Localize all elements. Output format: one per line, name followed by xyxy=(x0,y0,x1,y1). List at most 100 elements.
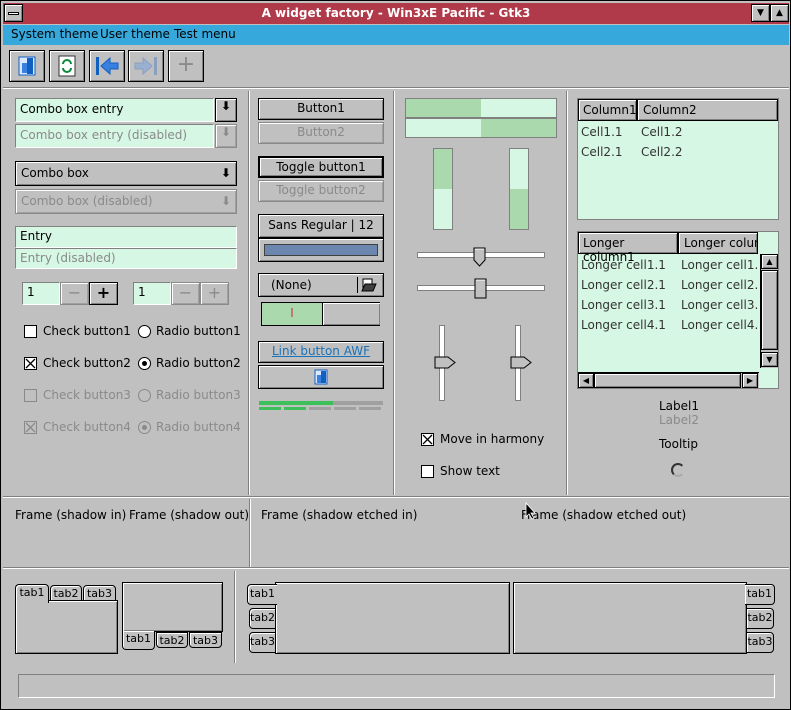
toolbar-refresh-button[interactable] xyxy=(49,50,85,82)
check-button1-label[interactable]: Check button1 xyxy=(43,324,131,338)
radio-button2-label[interactable]: Radio button2 xyxy=(156,356,241,370)
check-mark-icon xyxy=(25,422,36,433)
tree1-cell[interactable]: Cell2.1 xyxy=(581,145,623,159)
radio-button1-label[interactable]: Radio button1 xyxy=(156,324,241,338)
notebooks-divider xyxy=(234,571,236,663)
tree1-cell[interactable]: Cell1.2 xyxy=(641,125,683,139)
scale-vertical-1-knob[interactable] xyxy=(434,356,456,369)
move-in-harmony-checkbox[interactable] xyxy=(421,433,434,446)
combo-entry-dropdown-button[interactable]: ⬇ xyxy=(215,98,237,122)
move-in-harmony-label[interactable]: Move in harmony xyxy=(440,432,544,446)
notebook4-tab1[interactable]: tab1 xyxy=(745,584,775,605)
tree1-cell[interactable]: Cell2.2 xyxy=(641,145,683,159)
scale-vertical-2-knob[interactable] xyxy=(510,356,532,369)
font-button[interactable]: Sans Regular | 12 xyxy=(258,214,384,238)
combo-entry-input[interactable]: Combo box entry xyxy=(15,98,214,122)
notebook2-tab1[interactable]: tab1 xyxy=(122,631,155,650)
show-text-checkbox[interactable] xyxy=(421,465,434,478)
horizontal-scroll-thumb[interactable] xyxy=(594,373,741,388)
tree2-cell[interactable]: Longer cell3.2 xyxy=(681,298,758,312)
tree1-header-column2[interactable]: Column2 xyxy=(637,99,778,121)
notebook1-tab1[interactable]: tab1 xyxy=(15,584,49,603)
notebook3-tab2[interactable]: tab2 xyxy=(249,608,276,629)
scroll-down-button[interactable]: ▼ xyxy=(761,352,778,367)
combo-box[interactable]: Combo box ⬇ xyxy=(15,161,237,186)
scroll-right-button[interactable]: ▶ xyxy=(742,373,758,388)
tree2-cell[interactable]: Longer cell3.1 xyxy=(581,298,666,312)
radio-button1-circle[interactable] xyxy=(138,325,151,338)
file-chooser-button[interactable]: (None) xyxy=(258,273,384,297)
scroll-left-button[interactable]: ◀ xyxy=(578,373,594,388)
link-button[interactable]: Link button AWF xyxy=(258,341,384,363)
notebook1-tab3[interactable]: tab3 xyxy=(83,585,116,601)
switch[interactable]: I xyxy=(261,302,380,326)
entry-input[interactable]: Entry xyxy=(15,226,237,248)
notebook4-tab2[interactable]: tab2 xyxy=(746,608,774,629)
scale-horizontal-2-knob[interactable] xyxy=(474,278,487,299)
button1[interactable]: Button1 xyxy=(258,98,384,120)
notebook2-tab2[interactable]: tab2 xyxy=(156,632,188,648)
tree2-cell[interactable]: Longer cell2.2 xyxy=(681,278,758,292)
minimize-button[interactable]: ▼ xyxy=(751,4,770,22)
notebook3-tab3[interactable]: tab3 xyxy=(249,632,276,653)
toggle-button1[interactable]: Toggle button1 xyxy=(258,156,384,178)
check-button3-box xyxy=(24,389,37,402)
tree2-cell[interactable]: Longer cell4.2 xyxy=(681,318,758,332)
toolbar-back-button[interactable] xyxy=(89,50,125,82)
vertical-scrollbar[interactable]: ▲ ▼ xyxy=(760,254,778,368)
check-button3-label: Check button3 xyxy=(43,388,131,402)
toolbar-add-button[interactable]: + xyxy=(168,50,204,82)
check-button2-label[interactable]: Check button2 xyxy=(43,356,131,370)
tree2-cell[interactable]: Longer cell4.1 xyxy=(581,318,666,332)
tree2-header-column1[interactable]: Longer column1 xyxy=(578,232,678,264)
radio-button3-label: Radio button3 xyxy=(156,388,241,402)
switch-knob[interactable] xyxy=(322,303,380,325)
tree1-header-column1[interactable]: Column1 xyxy=(578,99,637,121)
frames-separator xyxy=(3,496,789,498)
check-button1-box[interactable] xyxy=(24,325,37,338)
maximize-button[interactable]: ▲ xyxy=(770,4,789,22)
scale-horizontal-1-knob[interactable] xyxy=(473,247,486,267)
radio-button2-circle[interactable] xyxy=(138,357,151,370)
check-button2-box[interactable] xyxy=(24,357,37,370)
notebook3-page xyxy=(275,582,510,654)
combo-entry-disabled-dropdown: ⬇ xyxy=(215,124,237,148)
scroll-up-button[interactable]: ▲ xyxy=(761,254,778,269)
tooltip-label[interactable]: Tooltip xyxy=(659,437,698,451)
horizontal-scrollbar[interactable]: ◀ ▶ xyxy=(578,372,759,388)
menu-user-theme[interactable]: User theme xyxy=(100,27,170,41)
vertical-scroll-thumb[interactable] xyxy=(761,270,778,350)
column-separator xyxy=(566,91,568,495)
notebook3-tab1[interactable]: tab1 xyxy=(247,584,277,605)
arrow-up-icon: ▲ xyxy=(766,257,773,266)
combo-entry-disabled-input: Combo box entry (disabled) xyxy=(15,124,214,148)
notebook2-tab3[interactable]: tab3 xyxy=(189,632,222,648)
menu-test[interactable]: Test menu xyxy=(174,27,236,41)
notebook1-tab2[interactable]: tab2 xyxy=(50,585,82,601)
tree-view-1[interactable]: Column1 Column2 Cell1.1 Cell1.2 Cell2.1 … xyxy=(577,98,779,220)
tree1-cell[interactable]: Cell1.1 xyxy=(581,125,623,139)
toolbar-forward-button[interactable] xyxy=(128,50,164,82)
tree2-header-column2[interactable]: Longer colum xyxy=(678,232,758,254)
app-icon xyxy=(18,56,36,76)
progress-bar-horizontal-1 xyxy=(405,98,557,118)
combo-box-disabled-label: Combo box (disabled) xyxy=(21,194,153,208)
color-button[interactable] xyxy=(258,238,384,262)
tree2-cell[interactable]: Longer cell1.1 xyxy=(581,258,666,272)
spin2-value[interactable]: 1 xyxy=(133,282,171,305)
spin1-value[interactable]: 1 xyxy=(22,282,60,305)
tree2-cell[interactable]: Longer cell1.2 xyxy=(681,258,758,272)
menu-system-theme[interactable]: System theme xyxy=(11,27,98,41)
image-button[interactable] xyxy=(258,365,384,389)
frame-shadow-in-label: Frame (shadow in) xyxy=(15,508,127,522)
arrow-down-icon: ⬇ xyxy=(220,194,231,208)
frame-etched-out-label: Frame (shadow etched out) xyxy=(521,508,687,522)
spin1-increment-button[interactable]: + xyxy=(89,282,118,305)
notebook4-tab3[interactable]: tab3 xyxy=(746,632,774,653)
title-bar[interactable]: A widget factory - Win3xE Pacific - Gtk3… xyxy=(3,3,789,24)
show-text-label[interactable]: Show text xyxy=(440,464,500,478)
column-separator xyxy=(393,91,395,495)
tree-view-2[interactable]: Longer column1 Longer colum Longer cell1… xyxy=(577,231,779,389)
tree2-cell[interactable]: Longer cell2.1 xyxy=(581,278,666,292)
toolbar-app-button[interactable] xyxy=(9,50,45,82)
